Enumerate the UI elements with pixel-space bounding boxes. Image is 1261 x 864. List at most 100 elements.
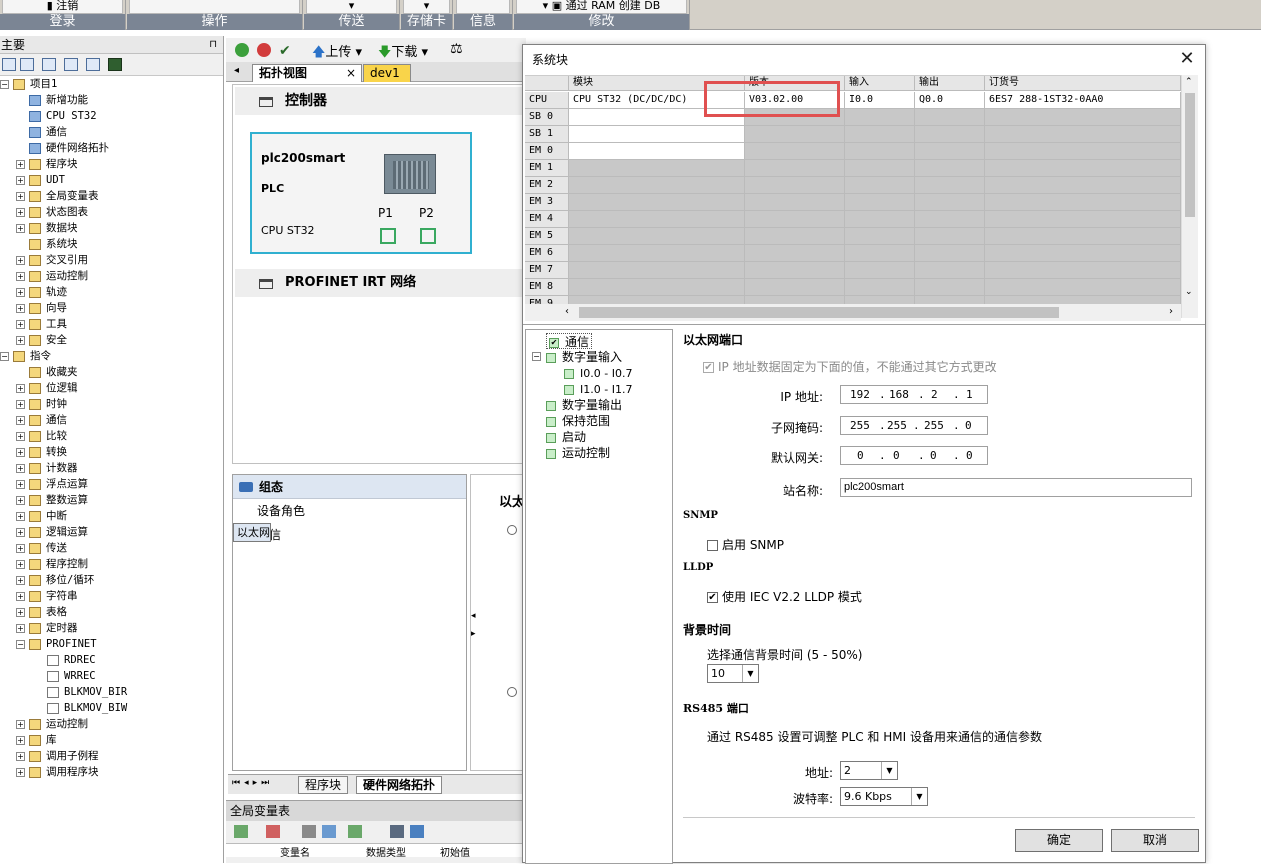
config-item-device-role[interactable]: 设备角色: [233, 499, 466, 523]
expand-icon[interactable]: +: [16, 511, 25, 521]
grid-cell[interactable]: [985, 109, 1181, 126]
expand-icon[interactable]: +: [16, 559, 25, 569]
expand-icon[interactable]: +: [16, 607, 25, 617]
sheet-nav-icon[interactable]: ⏮◂▸⏭: [232, 778, 273, 788]
scroll-thumb[interactable]: [579, 307, 1059, 318]
grid-icon[interactable]: [20, 58, 34, 71]
grid-cell[interactable]: [915, 262, 985, 279]
grid-cell[interactable]: [915, 228, 985, 245]
grid-cell[interactable]: Q0.0: [915, 92, 985, 109]
tree-item[interactable]: 收藏夹: [16, 364, 78, 380]
splitter-right-icon[interactable]: ▸: [471, 629, 476, 639]
grid-cell[interactable]: [915, 194, 985, 211]
settings-nav-item[interactable]: 数字量输出: [546, 397, 622, 413]
tree-item[interactable]: − PROFINET: [16, 636, 97, 652]
tree-item[interactable]: + 逻辑运算: [16, 524, 88, 540]
grid-cell[interactable]: I0.0: [845, 92, 915, 109]
expand-icon[interactable]: +: [16, 191, 25, 201]
grid-cell[interactable]: [745, 126, 845, 143]
expand-icon[interactable]: +: [16, 223, 25, 233]
grid-row[interactable]: EM 6: [525, 245, 1181, 262]
grid-cell[interactable]: [915, 211, 985, 228]
grid-cell[interactable]: [745, 160, 845, 177]
port-p2[interactable]: [420, 228, 436, 244]
grid-cell[interactable]: [985, 228, 1181, 245]
plc-device-box[interactable]: plc200smart PLC CPU ST32 P1 P2: [250, 132, 472, 254]
enable-snmp-checkbox[interactable]: 启用 SNMP: [707, 536, 784, 553]
tree-item[interactable]: − 指令: [0, 348, 51, 364]
grid-cell[interactable]: [845, 262, 915, 279]
grid-cell[interactable]: [985, 245, 1181, 262]
tree-item[interactable]: + 传送: [16, 540, 67, 556]
grid-cell[interactable]: [745, 143, 845, 160]
expand-icon[interactable]: +: [16, 543, 25, 553]
settings-nav-item[interactable]: I1.0 - I1.7: [564, 381, 632, 397]
grid-cell[interactable]: [915, 109, 985, 126]
tab-scroll-left-icon[interactable]: ◂: [234, 65, 239, 76]
scroll-right-icon[interactable]: ›: [1169, 306, 1173, 317]
expand-icon[interactable]: +: [16, 591, 25, 601]
tree-item[interactable]: BLKMOV_BIW: [34, 700, 127, 716]
grid-cell[interactable]: [985, 160, 1181, 177]
subnet-mask-field[interactable]: 255. 255. 255. 0: [840, 416, 988, 435]
expand-icon[interactable]: +: [16, 415, 25, 425]
grid-row[interactable]: EM 2: [525, 177, 1181, 194]
expand-icon[interactable]: +: [16, 495, 25, 505]
tree-item[interactable]: − 项目1: [0, 76, 57, 92]
collapse-icon[interactable]: −: [0, 351, 9, 361]
tree-item[interactable]: + 位逻辑: [16, 380, 78, 396]
compare-icon[interactable]: ⚖: [450, 41, 463, 57]
grid-cell[interactable]: [569, 143, 745, 160]
expand-icon[interactable]: +: [16, 623, 25, 633]
db-icon[interactable]: [410, 825, 424, 838]
sheet-tab-hardware-topology[interactable]: 硬件网络拓扑: [356, 776, 443, 794]
grid-row[interactable]: EM 5: [525, 228, 1181, 245]
grid-cell[interactable]: [745, 228, 845, 245]
tab-topology-view[interactable]: 拓扑视图 ×: [252, 64, 362, 82]
settings-nav-item[interactable]: ✔ 通信: [546, 333, 593, 349]
tree-item[interactable]: + 运动控制: [16, 268, 88, 284]
tree-item[interactable]: + 比较: [16, 428, 67, 444]
grid-cell[interactable]: [845, 228, 915, 245]
tree-item[interactable]: + 运动控制: [16, 716, 88, 732]
expand-icon[interactable]: +: [16, 735, 25, 745]
grid-cell[interactable]: [845, 109, 915, 126]
expand-icon[interactable]: +: [16, 335, 25, 345]
expand-icon[interactable]: +: [16, 159, 25, 169]
expand-icon[interactable]: +: [16, 767, 25, 777]
tree-item[interactable]: + 轨迹: [16, 284, 67, 300]
grid-row[interactable]: SB 1: [525, 126, 1181, 143]
grid-cell[interactable]: [745, 262, 845, 279]
tree-item[interactable]: + 通信: [16, 412, 67, 428]
grid-row[interactable]: EM 7: [525, 262, 1181, 279]
fixed-ip-checkbox[interactable]: ✔ IP 地址数据固定为下面的值，不能通过其它方式更改: [703, 358, 997, 375]
tree-item[interactable]: WRREC: [34, 668, 96, 684]
window-icon[interactable]: [86, 58, 100, 71]
grid-row[interactable]: SB 0: [525, 109, 1181, 126]
create-db-from-ram-button[interactable]: ▾ ▣ 通过 RAM 创建 DB: [516, 0, 687, 14]
collapse-icon[interactable]: −: [532, 352, 541, 361]
view-icon[interactable]: [2, 58, 16, 71]
grid-cell[interactable]: [985, 279, 1181, 296]
grid-cell[interactable]: [569, 211, 745, 228]
lldp-mode-checkbox[interactable]: ✔ 使用 IEC V2.2 LLDP 模式: [707, 588, 862, 605]
expand-icon[interactable]: +: [16, 175, 25, 185]
grid-vertical-scrollbar[interactable]: ⌃ ⌄: [1181, 75, 1198, 318]
tree-item[interactable]: CPU ST32: [16, 108, 97, 124]
scroll-thumb[interactable]: [1185, 93, 1195, 217]
tree-item[interactable]: + 程序块: [16, 156, 78, 172]
tree-item[interactable]: + 整数运算: [16, 492, 88, 508]
grid-cell[interactable]: [569, 194, 745, 211]
splitter-left-icon[interactable]: ◂: [471, 611, 476, 621]
tree-item[interactable]: + 向导: [16, 300, 67, 316]
grid-cell[interactable]: [985, 143, 1181, 160]
settings-nav-item[interactable]: 启动: [546, 429, 586, 445]
expand-icon[interactable]: +: [16, 319, 25, 329]
doc-icon[interactable]: [42, 58, 56, 71]
baud-rate-select[interactable]: 9.6 Kbps ▼: [840, 787, 928, 806]
radio-button[interactable]: [507, 687, 517, 697]
grid-horizontal-scrollbar[interactable]: ‹ ›: [525, 304, 1181, 321]
grid-cell[interactable]: [845, 160, 915, 177]
radio-button[interactable]: [507, 525, 517, 535]
expand-icon[interactable]: +: [16, 575, 25, 585]
